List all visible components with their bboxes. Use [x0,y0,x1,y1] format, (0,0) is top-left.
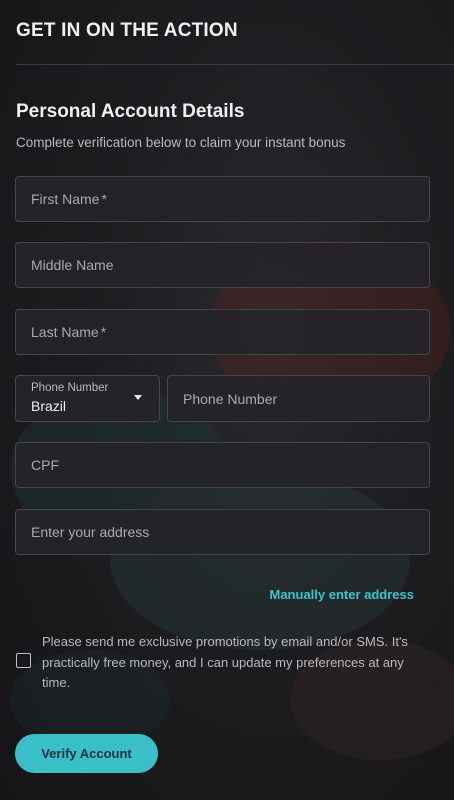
phone-country-value: Brazil [31,398,67,414]
cpf-field[interactable]: CPF [15,442,430,488]
signup-page: GET IN ON THE ACTION Personal Account De… [0,0,454,800]
phone-country-select[interactable]: Phone Number Brazil [15,375,160,422]
phone-number-placeholder: Phone Number [183,390,278,407]
caret-down-icon [134,395,142,400]
middle-name-field[interactable]: Middle Name [15,242,430,288]
first-name-placeholder: First Name [31,191,100,207]
header-divider [16,64,454,65]
last-name-field[interactable]: Last Name * [15,309,430,355]
section-title: Personal Account Details [16,101,245,122]
address-field[interactable]: Enter your address [15,509,430,555]
required-mark: * [101,191,107,207]
last-name-placeholder: Last Name [31,324,99,340]
promotions-consent-text: Please send me exclusive promotions by e… [42,634,408,690]
phone-number-field[interactable]: Phone Number [167,375,430,422]
address-placeholder: Enter your address [31,524,150,540]
middle-name-placeholder: Middle Name [31,257,114,273]
section-subtitle: Complete verification below to claim you… [16,135,346,150]
required-mark: * [100,324,107,340]
promotions-checkbox[interactable] [16,653,31,668]
phone-country-label: Phone Number [31,382,109,394]
page-header-title: GET IN ON THE ACTION [16,20,238,41]
cpf-placeholder: CPF [31,457,59,473]
verify-account-button[interactable]: Verify Account [15,734,158,773]
first-name-field[interactable]: First Name * [15,176,430,222]
manual-address-link[interactable]: Manually enter address [270,587,415,602]
